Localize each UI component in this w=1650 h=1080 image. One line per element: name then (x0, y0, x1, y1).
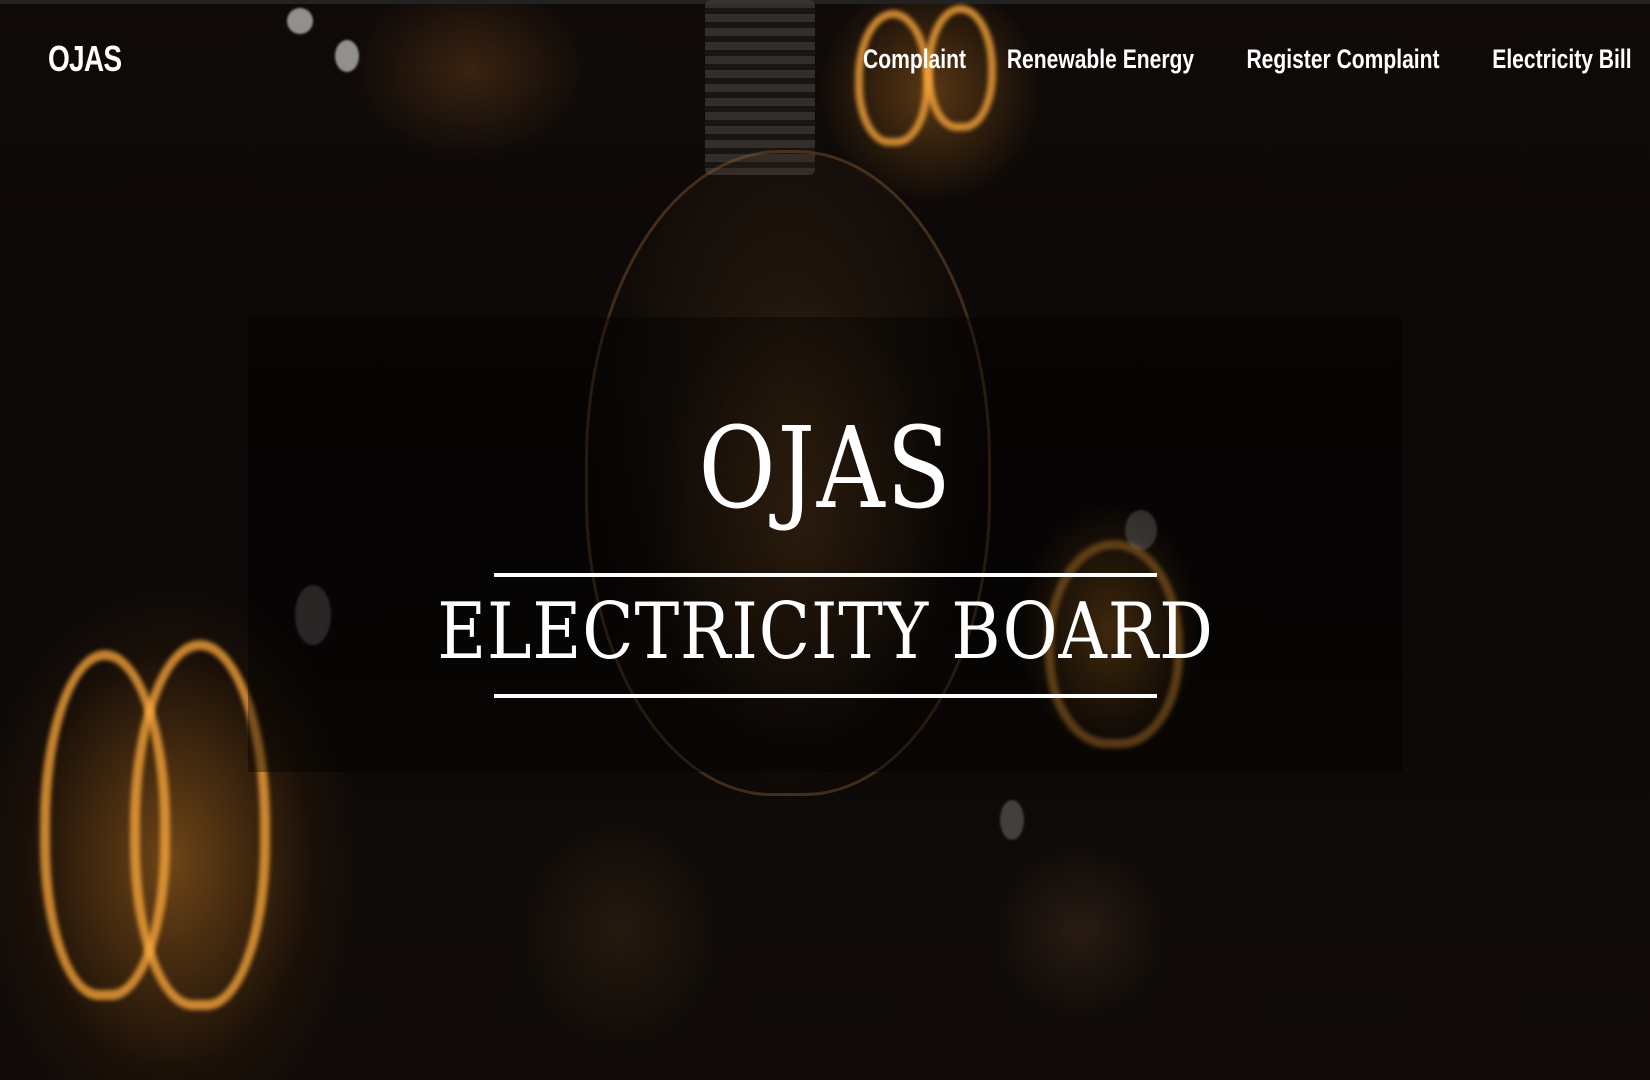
bulb-filament-image (40, 650, 170, 1000)
hero-title: OJAS (698, 404, 953, 534)
nav-link-register-complaint[interactable]: Register Complaint (1247, 44, 1440, 75)
nav-link-electricity-bill[interactable]: Electricity Bill (1493, 44, 1632, 75)
nav-link-complaint[interactable]: Complaint (863, 44, 966, 75)
page: OJAS Complaint Renewable Energy Register… (0, 0, 1650, 1080)
hero-divider-bottom (494, 694, 1157, 698)
brand-logo-link[interactable]: OJAS (48, 38, 122, 80)
hero-divider-top (494, 573, 1157, 577)
light-bokeh (1000, 800, 1024, 840)
nav-link-renewable-energy[interactable]: Renewable Energy (1007, 44, 1194, 75)
navbar: OJAS Complaint Renewable Energy Register… (0, 0, 1650, 120)
hero-subtitle: ELECTRICITY BOARD (437, 587, 1214, 677)
hero-banner: OJAS ELECTRICITY BOARD (248, 317, 1403, 772)
